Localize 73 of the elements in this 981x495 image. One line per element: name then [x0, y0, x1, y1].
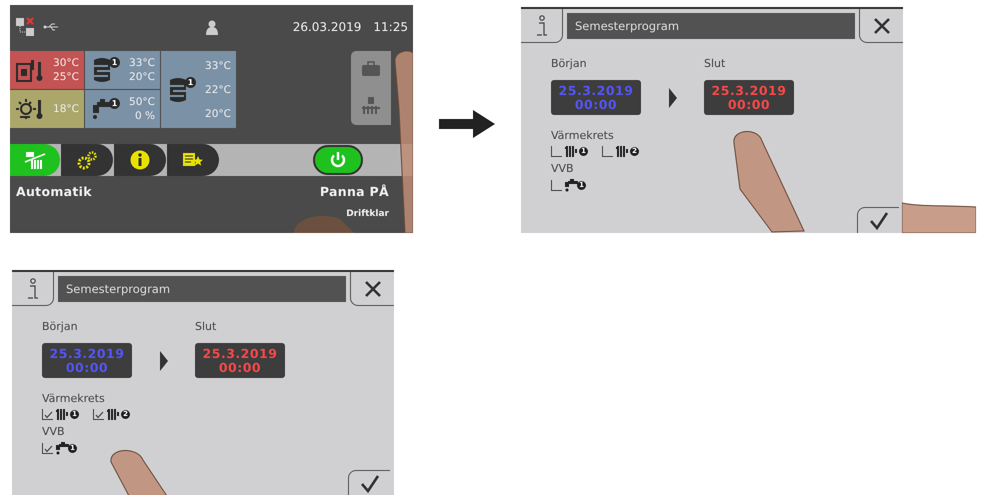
date-label: 26.03.2019 — [292, 20, 362, 34]
period-label: Slut — [195, 320, 218, 333]
temperature-reading: 0 % — [135, 110, 155, 122]
info-button[interactable] — [521, 9, 563, 43]
tank-icon — [91, 57, 113, 83]
number-badge: 1 — [109, 98, 120, 109]
date-time-field[interactable]: 25.3.2019 00:00 — [195, 343, 285, 378]
checkbox[interactable] — [551, 146, 562, 156]
temperature-reading: 33°C — [205, 60, 231, 72]
close-button[interactable] — [350, 272, 394, 306]
power-button[interactable] — [313, 145, 363, 175]
number-badge: 1 — [109, 57, 120, 68]
arrow-right-icon — [160, 350, 168, 370]
arrow-right-icon — [668, 88, 676, 108]
group-label: Värmekrets — [42, 392, 106, 405]
confirm-button[interactable] — [348, 470, 390, 495]
period-label: Slut — [704, 57, 726, 70]
info-icon — [26, 278, 40, 300]
time-label: 11:25 — [373, 20, 408, 34]
temperature-reading: 20°C — [129, 71, 155, 83]
date-time-field[interactable]: 25.3.2019 00:00 — [551, 80, 641, 115]
checkbox[interactable] — [602, 146, 613, 156]
user-icon — [206, 20, 218, 34]
period-label: Början — [551, 57, 588, 70]
power-icon — [329, 151, 347, 169]
checkbox[interactable] — [42, 442, 53, 454]
radiator-icon — [564, 145, 580, 157]
temperature-reading: 22°C — [205, 84, 231, 96]
group-label: Värmekrets — [551, 129, 615, 142]
check-icon — [868, 212, 888, 230]
checkbox[interactable] — [551, 180, 562, 190]
close-button[interactable] — [859, 9, 903, 43]
group-label: VVB — [551, 162, 575, 175]
number-badge: 1 — [185, 76, 196, 88]
checkbox[interactable] — [42, 408, 53, 420]
temperature-reading: 50°C — [129, 96, 155, 108]
temperature-reading: 18°C — [53, 103, 79, 115]
tank-icon — [167, 76, 189, 102]
date-time-field[interactable]: 25.3.2019 00:00 — [704, 80, 794, 115]
check-icon — [360, 474, 380, 492]
temperature-reading: 25°C — [53, 71, 79, 83]
tap-icon — [55, 441, 69, 455]
settings-tab[interactable] — [61, 144, 113, 176]
confirm-button[interactable] — [857, 207, 899, 233]
period-label: Början — [42, 320, 79, 333]
radiator-icon — [615, 145, 631, 157]
window-title: Semesterprogram — [567, 13, 855, 39]
date-time-field[interactable]: 25.3.2019 00:00 — [42, 343, 132, 378]
mode-label: Automatik — [16, 184, 92, 199]
temperature-reading: 30°C — [53, 57, 79, 69]
heating-icon — [24, 150, 46, 170]
info-button[interactable] — [12, 272, 54, 306]
radiator-icon — [55, 408, 71, 420]
info-icon — [534, 14, 548, 36]
group-label: VVB — [42, 425, 66, 438]
close-icon — [364, 280, 382, 298]
status-label: Driftklar — [346, 209, 389, 219]
checkbox[interactable] — [93, 408, 104, 420]
radiator-icon — [106, 408, 122, 420]
usb-icon — [43, 23, 59, 31]
info-tab[interactable] — [114, 144, 166, 176]
info-icon — [130, 150, 150, 170]
network-error-icon — [15, 17, 37, 37]
temperature-reading: 33°C — [129, 57, 155, 69]
gears-icon — [76, 150, 98, 170]
favorites-tab[interactable] — [167, 144, 219, 176]
tap-icon — [564, 178, 578, 192]
close-icon — [872, 16, 890, 34]
arrow-right-icon — [439, 110, 495, 138]
boiler-state-label: Panna PÅ — [320, 184, 389, 199]
temperature-reading: 20°C — [205, 108, 231, 120]
list-star-icon — [182, 151, 204, 169]
window-title: Semesterprogram — [58, 276, 346, 302]
